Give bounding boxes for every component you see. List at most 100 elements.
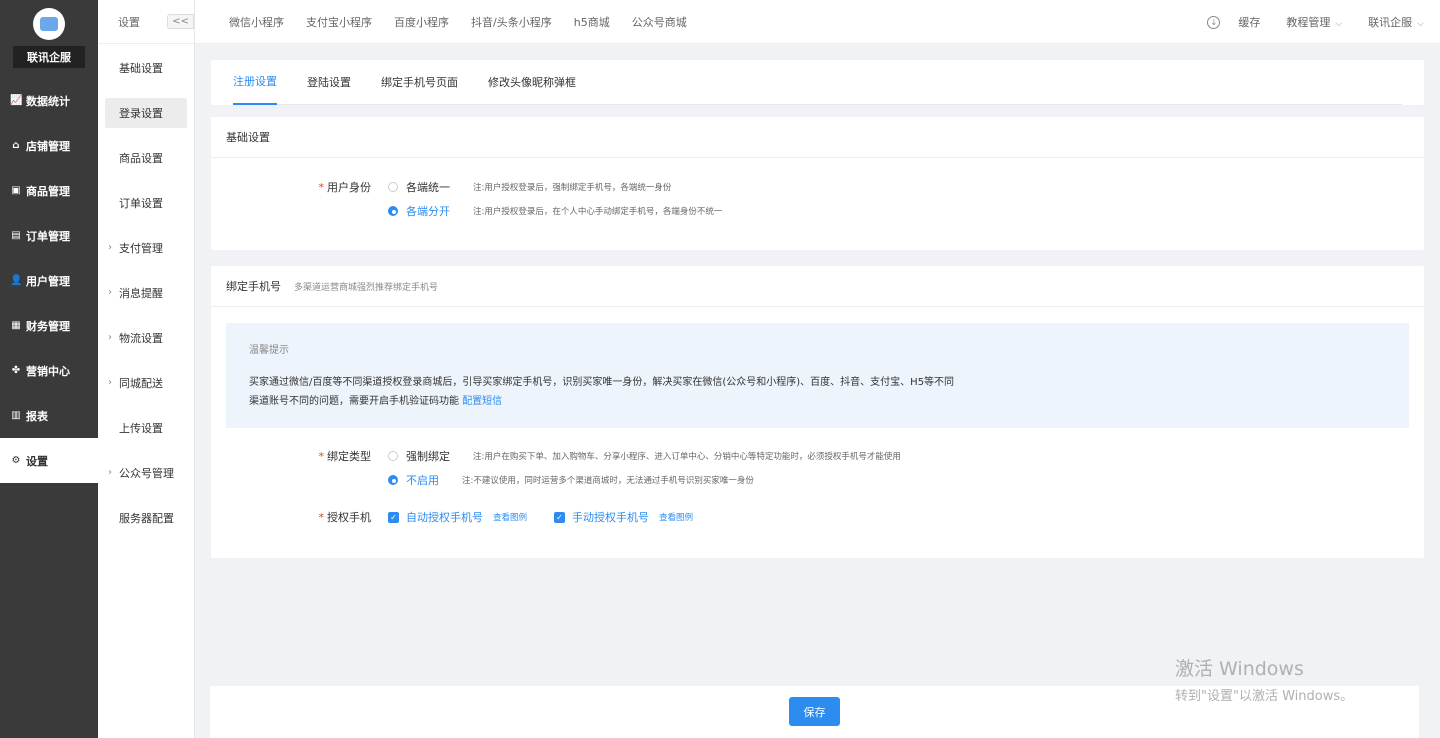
radio-force-bind[interactable] <box>388 451 398 461</box>
account-dropdown[interactable]: 联讯企服 ⌵ <box>1368 14 1424 30</box>
identity-option-separate[interactable]: 各端分开 注:用户授权登录后，在个人中心手动绑定手机号，各端身份不统一 <box>388 203 722 219</box>
shop-icon: ⌂ <box>12 140 20 151</box>
main-menu-item[interactable]: ⚙ 设置 <box>0 438 98 483</box>
platform-tab[interactable]: h5商城 <box>574 14 610 30</box>
content-tab[interactable]: 绑定手机号页面 <box>381 60 458 105</box>
sub-menu-item[interactable]: › 公众号管理 <box>98 450 194 495</box>
platform-tab[interactable]: 微信小程序 <box>229 14 284 30</box>
view-example-link[interactable]: 查看图例 <box>493 511 527 523</box>
main-sidebar: 联讯企服 📈 数据统计 ⌂ 店铺管理 ▣ 商品管理 ▤ 订单管理 👤 用户管理 ▦ 财务管理 ✤ 营销中心… <box>0 0 98 738</box>
main-menu-label: 店铺管理 <box>26 139 70 153</box>
sub-menu-item[interactable]: 基础设置 <box>98 45 194 90</box>
sub-menu-item[interactable]: 商品设置 <box>98 135 194 180</box>
checkbox-auto-auth[interactable]: ✓ <box>388 511 399 523</box>
tip-box: 温馨提示 买家通过微信/百度等不同渠道授权登录商城后，引导买家绑定手机号，识别买… <box>226 323 1409 428</box>
option-note: 注:用户授权登录后，强制绑定手机号，各端统一身份 <box>473 183 672 193</box>
sub-menu-label: 支付管理 <box>119 241 163 255</box>
sub-menu-label: 基础设置 <box>119 61 163 75</box>
sub-menu-label: 消息提醒 <box>119 286 163 300</box>
sub-sidebar: 设置 << 基础设置登录设置商品设置订单设置 › 支付管理 › 消息提醒 › 物流设置 › 同城… <box>98 0 195 738</box>
top-right-actions: ↓ 缓存 教程管理 ⌵ 联讯企服 ⌵ <box>1207 0 1424 44</box>
option-note: 注:不建议使用，同时运营多个渠道商城时，无法通过手机号识别买家唯一身份 <box>462 476 754 486</box>
platform-tab[interactable]: 支付宝小程序 <box>306 14 372 30</box>
main-menu-label: 营销中心 <box>26 364 70 378</box>
main-menu-item[interactable]: ▦ 财务管理 <box>0 303 98 348</box>
sub-menu-label: 公众号管理 <box>119 466 174 480</box>
sub-menu-label: 同城配送 <box>119 376 163 390</box>
basic-settings-header: 基础设置 <box>211 117 1424 158</box>
option-label: 自动授权手机号 <box>406 511 483 524</box>
basic-settings-card: 基础设置 * 用户身份 各端统一 注:用户授权登录后，强制绑定手机号，各端统一身份… <box>211 117 1424 250</box>
sub-menu-item[interactable]: 上传设置 <box>98 405 194 450</box>
download-icon[interactable]: ↓ <box>1207 15 1221 29</box>
sub-menu-item[interactable]: › 消息提醒 <box>98 270 194 315</box>
sub-menu-item[interactable]: 登录设置 <box>105 98 187 128</box>
option-note: 注:用户在购买下单、加入购物车、分享小程序、进入订单中心、分销中心等特定功能时，… <box>473 452 901 462</box>
sub-menu-item[interactable]: 服务器配置 <box>98 495 194 540</box>
auth-manual-option[interactable]: ✓ 手动授权手机号 查看图例 <box>554 509 693 525</box>
tip-title: 温馨提示 <box>249 345 289 356</box>
sub-menu-label: 物流设置 <box>119 331 163 345</box>
sub-menu-label: 登录设置 <box>119 107 163 120</box>
collapse-button[interactable]: << <box>167 14 194 29</box>
platform-tab[interactable]: 抖音/头条小程序 <box>471 14 552 30</box>
save-button[interactable]: 保存 <box>789 697 840 726</box>
chart-icon: 📈 <box>10 95 23 106</box>
content-tab[interactable]: 修改头像昵称弹框 <box>488 60 576 105</box>
user-icon: 👤 <box>10 275 23 286</box>
bind-phone-header: 绑定手机号 多渠道运营商城强烈推荐绑定手机号 <box>211 266 1424 307</box>
windows-watermark: 激活 Windows 转到"设置"以激活 Windows。 <box>1175 654 1353 704</box>
option-label: 手动授权手机号 <box>572 511 649 524</box>
logo[interactable] <box>33 8 65 40</box>
brand-name: 联讯企服 <box>13 46 85 68</box>
option-label: 强制绑定 <box>406 450 450 463</box>
platform-tab[interactable]: 公众号商城 <box>632 14 687 30</box>
content-tab[interactable]: 注册设置 <box>233 60 277 105</box>
auth-auto-option[interactable]: ✓ 自动授权手机号 查看图例 <box>388 509 527 525</box>
radio-separate[interactable] <box>388 206 398 216</box>
sub-menu-item[interactable]: › 物流设置 <box>98 315 194 360</box>
account-label: 联讯企服 <box>1368 16 1413 29</box>
config-sms-link[interactable]: 配置短信 <box>462 396 502 407</box>
main-menu-item[interactable]: ⌂ 店铺管理 <box>0 123 98 168</box>
radio-unified[interactable] <box>388 182 398 192</box>
tutorial-label: 教程管理 <box>1286 16 1331 29</box>
cache-button[interactable]: 缓存 <box>1238 14 1260 30</box>
sub-menu-item[interactable]: 订单设置 <box>98 180 194 225</box>
main-menu-item[interactable]: 👤 用户管理 <box>0 258 98 303</box>
checkbox-manual-auth[interactable]: ✓ <box>554 511 565 523</box>
bind-type-disabled[interactable]: 不启用 注:不建议使用，同时运营多个渠道商城时，无法通过手机号识别买家唯一身份 <box>388 472 754 488</box>
bind-phone-subtitle: 多渠道运营商城强烈推荐绑定手机号 <box>294 282 439 293</box>
main-menu-item[interactable]: ▥ 报表 <box>0 393 98 438</box>
option-label: 各端统一 <box>406 181 450 194</box>
sub-menu-label: 订单设置 <box>119 196 163 210</box>
watermark-line-1: 激活 Windows <box>1175 658 1304 680</box>
radio-disabled[interactable] <box>388 475 398 485</box>
main-menu-item[interactable]: ▤ 订单管理 <box>0 213 98 258</box>
main-menu-item[interactable]: ▣ 商品管理 <box>0 168 98 213</box>
bind-type-label-text: 绑定类型 <box>327 450 371 463</box>
tutorial-dropdown[interactable]: 教程管理 ⌵ <box>1286 14 1342 30</box>
main-menu-item[interactable]: ✤ 营销中心 <box>0 348 98 393</box>
tip-line-1: 买家通过微信/百度等不同渠道授权登录商城后，引导买家绑定手机号，识别买家唯一身份… <box>249 377 955 388</box>
bind-type-force[interactable]: 强制绑定 注:用户在购买下单、加入购物车、分享小程序、进入订单中心、分销中心等特… <box>388 448 901 464</box>
view-example-link[interactable]: 查看图例 <box>659 511 693 523</box>
sub-sidebar-title: 设置 <box>118 15 140 29</box>
required-mark: * <box>318 181 325 194</box>
sub-menu-item[interactable]: › 支付管理 <box>98 225 194 270</box>
sub-menu-item[interactable]: › 同城配送 <box>98 360 194 405</box>
tip-text: 买家通过微信/百度等不同渠道授权登录商城后，引导买家绑定手机号，识别买家唯一身份… <box>249 373 1009 411</box>
platform-tab[interactable]: 百度小程序 <box>394 14 449 30</box>
tip-line-2-wrap: 渠道账号不同的问题，需要开启手机验证码功能 配置短信 <box>249 392 1009 411</box>
option-label: 不启用 <box>406 474 439 487</box>
auth-phone-label: * 授权手机 <box>211 509 372 525</box>
identity-label: * 用户身份 <box>211 179 372 195</box>
main-menu-label: 财务管理 <box>26 319 70 333</box>
identity-option-unified[interactable]: 各端统一 注:用户授权登录后，强制绑定手机号，各端统一身份 <box>388 179 671 195</box>
watermark-line-2: 转到"设置"以激活 Windows。 <box>1175 689 1354 704</box>
marketing-icon: ✤ <box>11 365 21 376</box>
content-tab[interactable]: 登陆设置 <box>307 60 351 105</box>
report-icon: ▥ <box>11 410 21 421</box>
chevron-down-icon: ⌵ <box>1417 19 1424 29</box>
main-menu-item[interactable]: 📈 数据统计 <box>0 78 98 123</box>
